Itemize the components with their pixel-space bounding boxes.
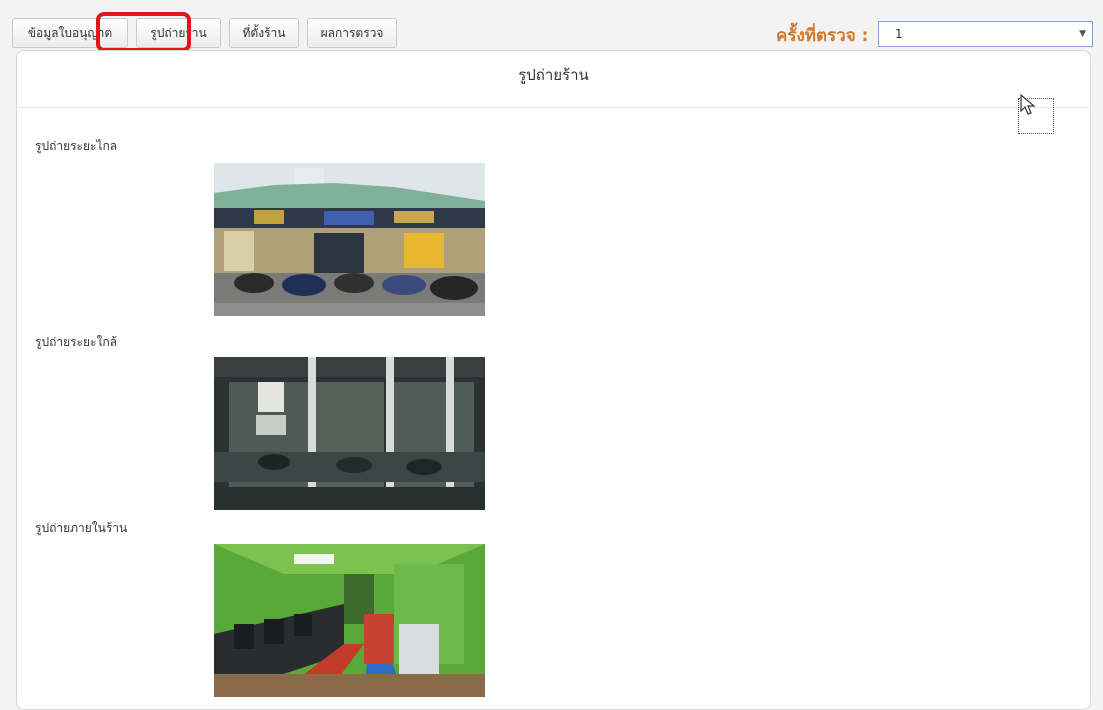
tab-license-info[interactable]: ข้อมูลใบอนุญาต [12, 18, 128, 48]
photo-near[interactable] [214, 357, 485, 510]
photo-label-inside: รูปถ่ายภายในร้าน [35, 521, 128, 535]
shop-photo-panel: รูปถ่ายร้าน รูปถ่ายระยะไกล รูปถ่ายระยะใก… [16, 50, 1091, 710]
panel-divider [17, 107, 1090, 108]
tab-shop-location[interactable]: ที่ตั้งร้าน [229, 18, 299, 48]
tab-shop-photos[interactable]: รูปถ่ายร้าน [136, 18, 221, 48]
top-toolbar: ข้อมูลใบอนุญาต รูปถ่ายร้าน ที่ตั้งร้าน ผ… [0, 0, 1103, 52]
inspection-round-value: 1 [895, 27, 903, 41]
inspection-round-select[interactable]: 1 ▼ [878, 21, 1093, 47]
chevron-down-icon: ▼ [1079, 29, 1086, 39]
selection-cursor-box [1018, 93, 1054, 134]
photo-far[interactable] [214, 163, 485, 316]
tab-inspection-result[interactable]: ผลการตรวจ [307, 18, 397, 48]
panel-title: รูปถ่ายร้าน [518, 66, 589, 84]
photo-label-far: รูปถ่ายระยะไกล [35, 139, 118, 153]
photo-inside[interactable] [214, 544, 485, 697]
inspection-round-label: ครั้งที่ตรวจ : [776, 26, 869, 46]
photo-label-near: รูปถ่ายระยะใกล้ [35, 335, 117, 349]
mouse-pointer-icon [1020, 93, 1036, 115]
